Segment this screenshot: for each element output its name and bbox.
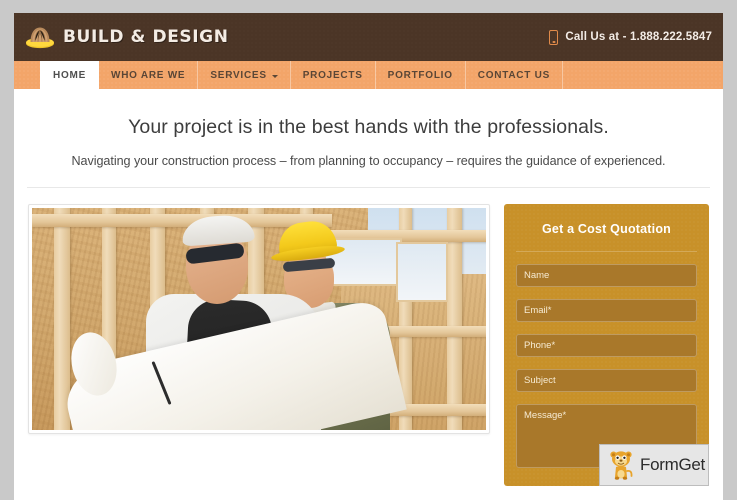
- main-content: Get a Cost Quotation: [14, 188, 723, 486]
- main-navigation: HOME WHO ARE WE SERVICES PROJECTS PORTFO…: [14, 61, 723, 89]
- phone-field[interactable]: [516, 333, 697, 357]
- name-field[interactable]: [516, 263, 697, 287]
- nav-label: SERVICES: [210, 69, 267, 81]
- nav-label: PORTFOLIO: [387, 69, 453, 81]
- nav-item-who-are-we[interactable]: WHO ARE WE: [99, 61, 199, 89]
- nav-item-portfolio[interactable]: PORTFOLIO: [376, 61, 466, 89]
- nav-item-services[interactable]: SERVICES: [198, 61, 291, 89]
- phone-number-text: Call Us at - 1.888.222.5847: [565, 31, 712, 43]
- lion-cub-mascot-icon: [608, 450, 634, 480]
- nav-label: CONTACT US: [477, 69, 551, 81]
- hero-subtitle: Navigating your construction process – f…: [71, 154, 666, 169]
- subject-field[interactable]: [516, 368, 697, 392]
- site-header: BUILD & DESIGN Call Us at - 1.888.222.58…: [14, 13, 723, 61]
- nav-label: HOME: [53, 69, 86, 81]
- hero-image: [32, 207, 486, 430]
- section-heading-committed: COMMITTED TO PROVIDING THE HIGH-QUALITY …: [14, 486, 444, 500]
- chevron-down-icon: [271, 74, 278, 78]
- image-window-opening: [396, 241, 448, 302]
- site-logo-text: BUILD & DESIGN: [63, 27, 229, 47]
- nav-item-contact-us[interactable]: CONTACT US: [466, 61, 564, 89]
- watermark-label: FormGet: [640, 455, 705, 474]
- page-canvas: BUILD & DESIGN Call Us at - 1.888.222.58…: [14, 13, 723, 500]
- contact-phone[interactable]: Call Us at - 1.888.222.5847: [549, 29, 712, 45]
- image-beam: [32, 213, 332, 227]
- hero-section: Your project is in the best hands with t…: [14, 89, 723, 170]
- mobile-phone-icon: [549, 29, 559, 45]
- site-logo[interactable]: BUILD & DESIGN: [25, 25, 229, 49]
- hero-image-frame: [28, 203, 490, 434]
- browser-frame: BUILD & DESIGN Call Us at - 1.888.222.58…: [0, 0, 737, 500]
- nav-item-home[interactable]: HOME: [40, 61, 99, 89]
- nav-label: PROJECTS: [302, 69, 363, 81]
- email-field[interactable]: [516, 298, 697, 322]
- nav-item-projects[interactable]: PROJECTS: [291, 61, 376, 89]
- formget-watermark: FormGet: [599, 444, 709, 486]
- page-title: Your project is in the best hands with t…: [128, 116, 609, 138]
- nav-label: WHO ARE WE: [111, 69, 186, 81]
- hardhat-icon: [25, 25, 55, 49]
- form-title: Get a Cost Quotation: [516, 222, 697, 252]
